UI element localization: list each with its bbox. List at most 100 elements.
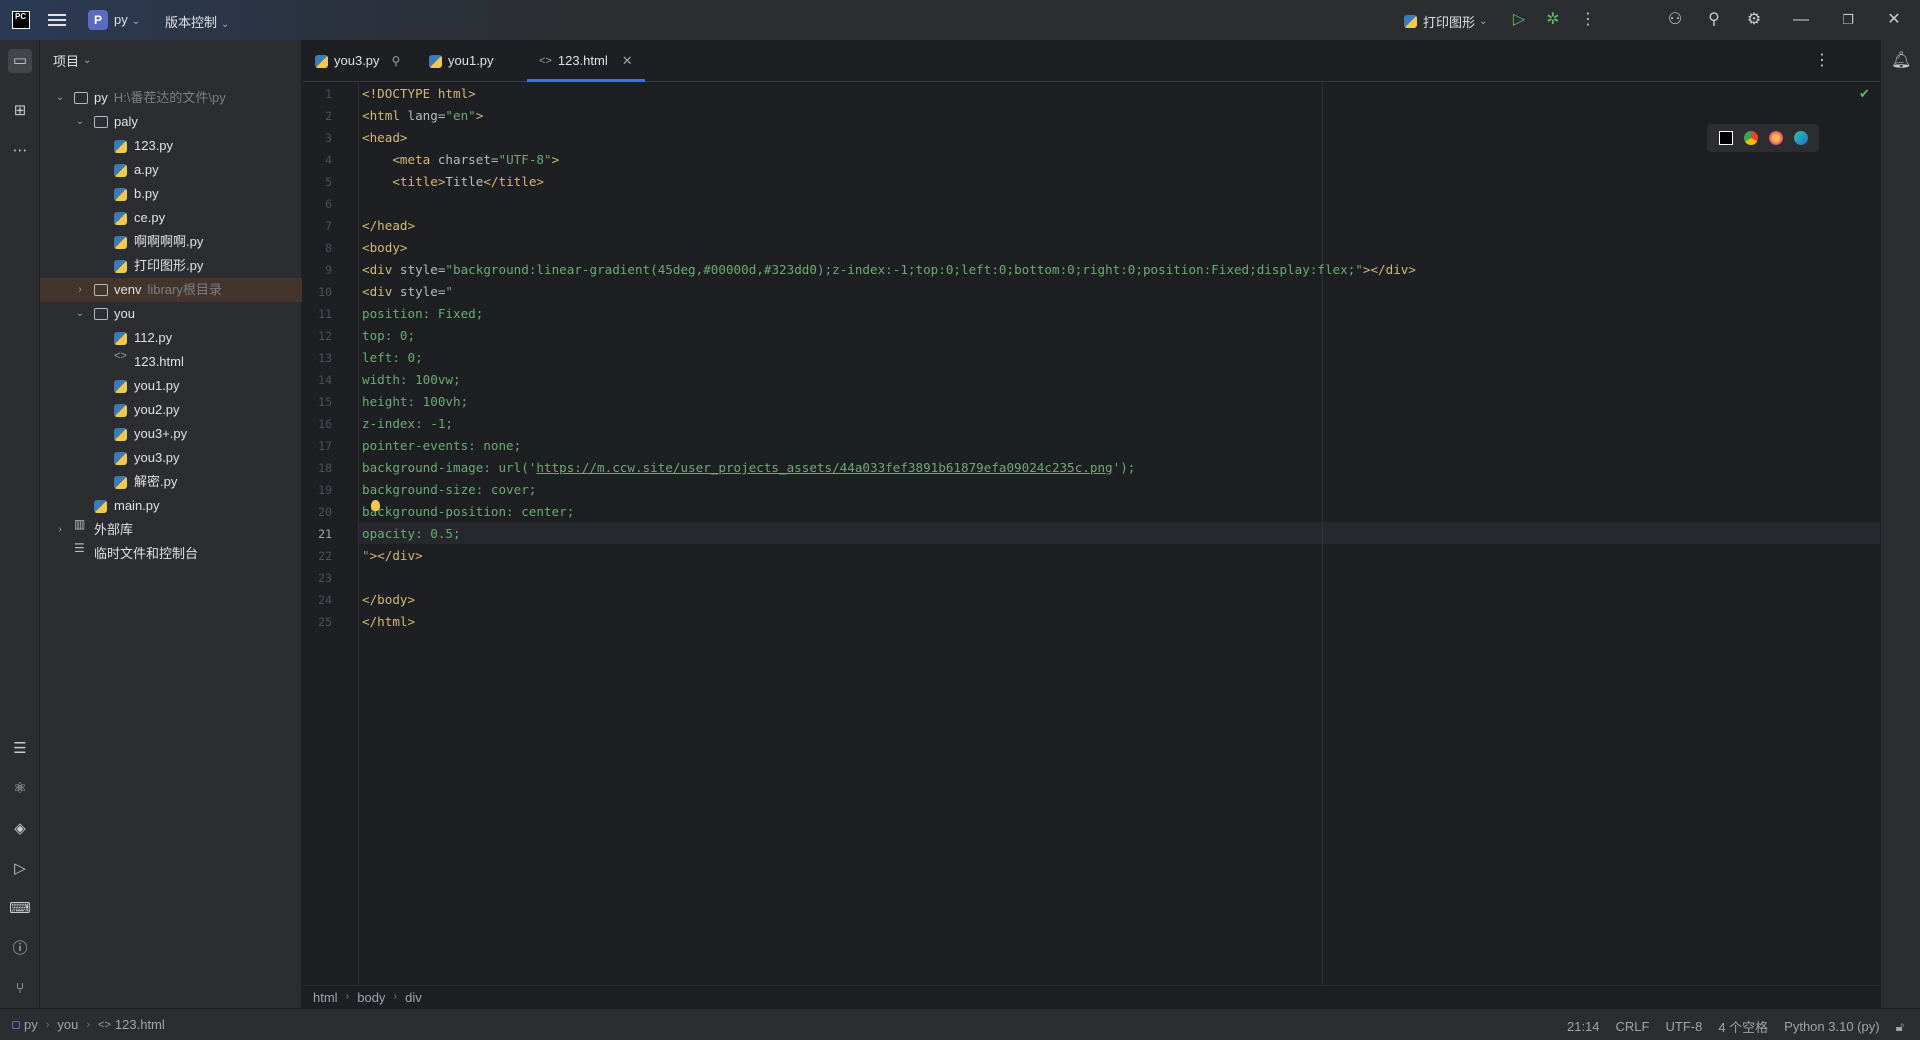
restore-icon[interactable]: ❐: [1838, 10, 1858, 30]
project-badge[interactable]: P: [88, 10, 108, 30]
todo-list-icon[interactable]: ☰: [8, 737, 32, 761]
intention-bulb-icon[interactable]: [371, 500, 380, 511]
tree-item[interactable]: › venv library根目录: [40, 278, 302, 302]
edge-icon[interactable]: [1793, 131, 1808, 145]
lock-icon[interactable]: 🔓︎: [1896, 1019, 1904, 1035]
tabs-more-icon[interactable]: ⋮: [1814, 50, 1830, 70]
run-configuration-selector[interactable]: 打印图形 ⌄: [1404, 12, 1487, 31]
git-branch-icon[interactable]: ⑂: [8, 977, 32, 1001]
search-icon[interactable]: ⚲: [1704, 10, 1724, 30]
main-menu-icon[interactable]: [48, 11, 66, 29]
project-tree: ⌄ py H:\番茬达的文件\py ⌄ paly 123.py a.py b.py ce.py 啊…: [40, 86, 302, 566]
code-line-18: background-image: url('https://m.ccw.sit…: [362, 460, 1136, 475]
tree-item[interactable]: you3.py: [40, 446, 302, 470]
tree-item[interactable]: › ▥ 外部库: [40, 518, 302, 542]
tree-item[interactable]: ⌄ paly: [40, 110, 302, 134]
tree-item-text: 临时文件和控制台: [94, 546, 199, 561]
minimize-icon[interactable]: —: [1791, 10, 1811, 30]
python-console-icon[interactable]: ⚛: [8, 777, 32, 801]
run-icon[interactable]: ▷: [1509, 10, 1529, 30]
app-logo-icon[interactable]: PC: [12, 11, 30, 29]
folder-icon: [94, 116, 108, 128]
tree-item[interactable]: you3+.py: [40, 422, 302, 446]
services-run-icon[interactable]: ▷: [8, 857, 32, 881]
tree-item[interactable]: you2.py: [40, 398, 302, 422]
breadcrumb-div[interactable]: div: [405, 990, 422, 1005]
tree-item-label: 临时文件和控制台: [94, 542, 198, 566]
close-icon[interactable]: ✕: [1884, 10, 1904, 30]
tree-item-text: you1.py: [134, 378, 180, 393]
structure-icon[interactable]: ⊞: [8, 99, 32, 123]
code-editor[interactable]: <!DOCTYPE html> <html lang="en"> <head> …: [362, 83, 1878, 985]
chevron-down-icon[interactable]: ⌄: [74, 302, 86, 326]
close-tab-icon[interactable]: ✕: [622, 40, 633, 82]
line-number: 17: [318, 439, 332, 453]
project-panel-header[interactable]: 项目 ⌄: [40, 40, 301, 80]
breadcrumb-body[interactable]: body: [357, 990, 385, 1005]
tree-item[interactable]: 解密.py: [40, 470, 302, 494]
pycharm-browser-icon[interactable]: [1718, 131, 1733, 145]
line-separator[interactable]: CRLF: [1616, 1019, 1650, 1034]
tree-item[interactable]: ⌄ py H:\番茬达的文件\py: [40, 86, 302, 110]
tree-item[interactable]: <> 123.html: [40, 350, 302, 374]
tab-label: you3.py: [334, 53, 380, 68]
tree-item[interactable]: 啊啊啊啊.py: [40, 230, 302, 254]
chrome-icon[interactable]: [1743, 131, 1758, 145]
tree-item[interactable]: 打印图形.py: [40, 254, 302, 278]
tree-item[interactable]: a.py: [40, 158, 302, 182]
tab-you1-py[interactable]: you1.py: [429, 40, 494, 82]
no-problems-check-icon[interactable]: ✔: [1859, 86, 1870, 102]
python-file-icon: [94, 500, 107, 513]
more-actions-icon[interactable]: ⋮: [1578, 10, 1598, 30]
project-switcher[interactable]: py ⌄: [114, 12, 140, 27]
tree-item[interactable]: you1.py: [40, 374, 302, 398]
tree-item-text: 解密.py: [134, 474, 178, 489]
breadcrumb-html[interactable]: html: [313, 990, 338, 1005]
tree-item-label: 啊啊啊啊.py: [134, 230, 203, 254]
chevron-down-icon[interactable]: ⌄: [74, 110, 86, 134]
tree-item-text: 外部库: [94, 522, 134, 537]
tree-item[interactable]: ☰ 临时文件和控制台: [40, 542, 302, 566]
tree-item-label: paly: [114, 110, 138, 134]
line-number-gutter[interactable]: 1 2 3 4 5 6 7 8 9 10 11 12 13 14 15 16 17 18 19 20 21 22 23 24 2…: [303, 83, 359, 985]
chevron-down-icon[interactable]: ⌄: [54, 86, 66, 110]
indent-setting[interactable]: 4 个空格: [1718, 1017, 1768, 1036]
folder-icon: [94, 308, 108, 320]
tree-item-hint: library根目录: [147, 282, 222, 297]
status-path-project[interactable]: py: [24, 1017, 38, 1032]
tree-item[interactable]: ce.py: [40, 206, 302, 230]
python-interpreter[interactable]: Python 3.10 (py): [1784, 1019, 1879, 1034]
asset-url-link[interactable]: https://m.ccw.site/user_projects_assets/…: [536, 460, 1112, 475]
tab-123-html[interactable]: <> 123.html ✕: [527, 40, 645, 82]
debug-icon[interactable]: ✲: [1543, 10, 1563, 30]
chevron-right-icon[interactable]: ›: [54, 518, 66, 542]
tree-item[interactable]: 112.py: [40, 326, 302, 350]
tree-item-label: py H:\番茬达的文件\py: [94, 86, 226, 110]
tab-you3-py[interactable]: you3.py ⚲: [315, 40, 400, 82]
more-tools-icon[interactable]: ⋯: [8, 139, 32, 163]
pin-icon[interactable]: ⚲: [392, 40, 401, 82]
tree-item[interactable]: ⌄ you: [40, 302, 302, 326]
chevron-right-icon: ›: [45, 1018, 50, 1031]
terminal-icon[interactable]: ⌨: [8, 897, 32, 921]
tree-item[interactable]: main.py: [40, 494, 302, 518]
add-user-icon[interactable]: ⚇: [1665, 10, 1685, 30]
vcs-menu[interactable]: 版本控制 ⌄: [165, 12, 229, 31]
tree-item-label: 解密.py: [134, 470, 177, 494]
settings-gear-icon[interactable]: ⚙: [1744, 10, 1764, 30]
notifications-bell-icon[interactable]: 🔔︎: [1891, 50, 1911, 70]
tree-item-label: you3+.py: [134, 422, 187, 446]
line-number: 5: [325, 175, 332, 189]
project-folder-icon[interactable]: ▭: [8, 49, 32, 73]
tree-item[interactable]: 123.py: [40, 134, 302, 158]
caret-position[interactable]: 21:14: [1567, 1019, 1600, 1034]
tree-item[interactable]: b.py: [40, 182, 302, 206]
status-path-folder[interactable]: you: [57, 1017, 78, 1032]
layers-icon[interactable]: ◈: [8, 817, 32, 841]
status-path-file[interactable]: 123.html: [115, 1017, 165, 1032]
tree-item-text: paly: [114, 114, 138, 129]
problems-icon[interactable]: ⓘ: [8, 937, 32, 961]
file-encoding[interactable]: UTF-8: [1665, 1019, 1702, 1034]
chevron-right-icon[interactable]: ›: [74, 278, 86, 302]
firefox-icon[interactable]: [1768, 131, 1783, 145]
